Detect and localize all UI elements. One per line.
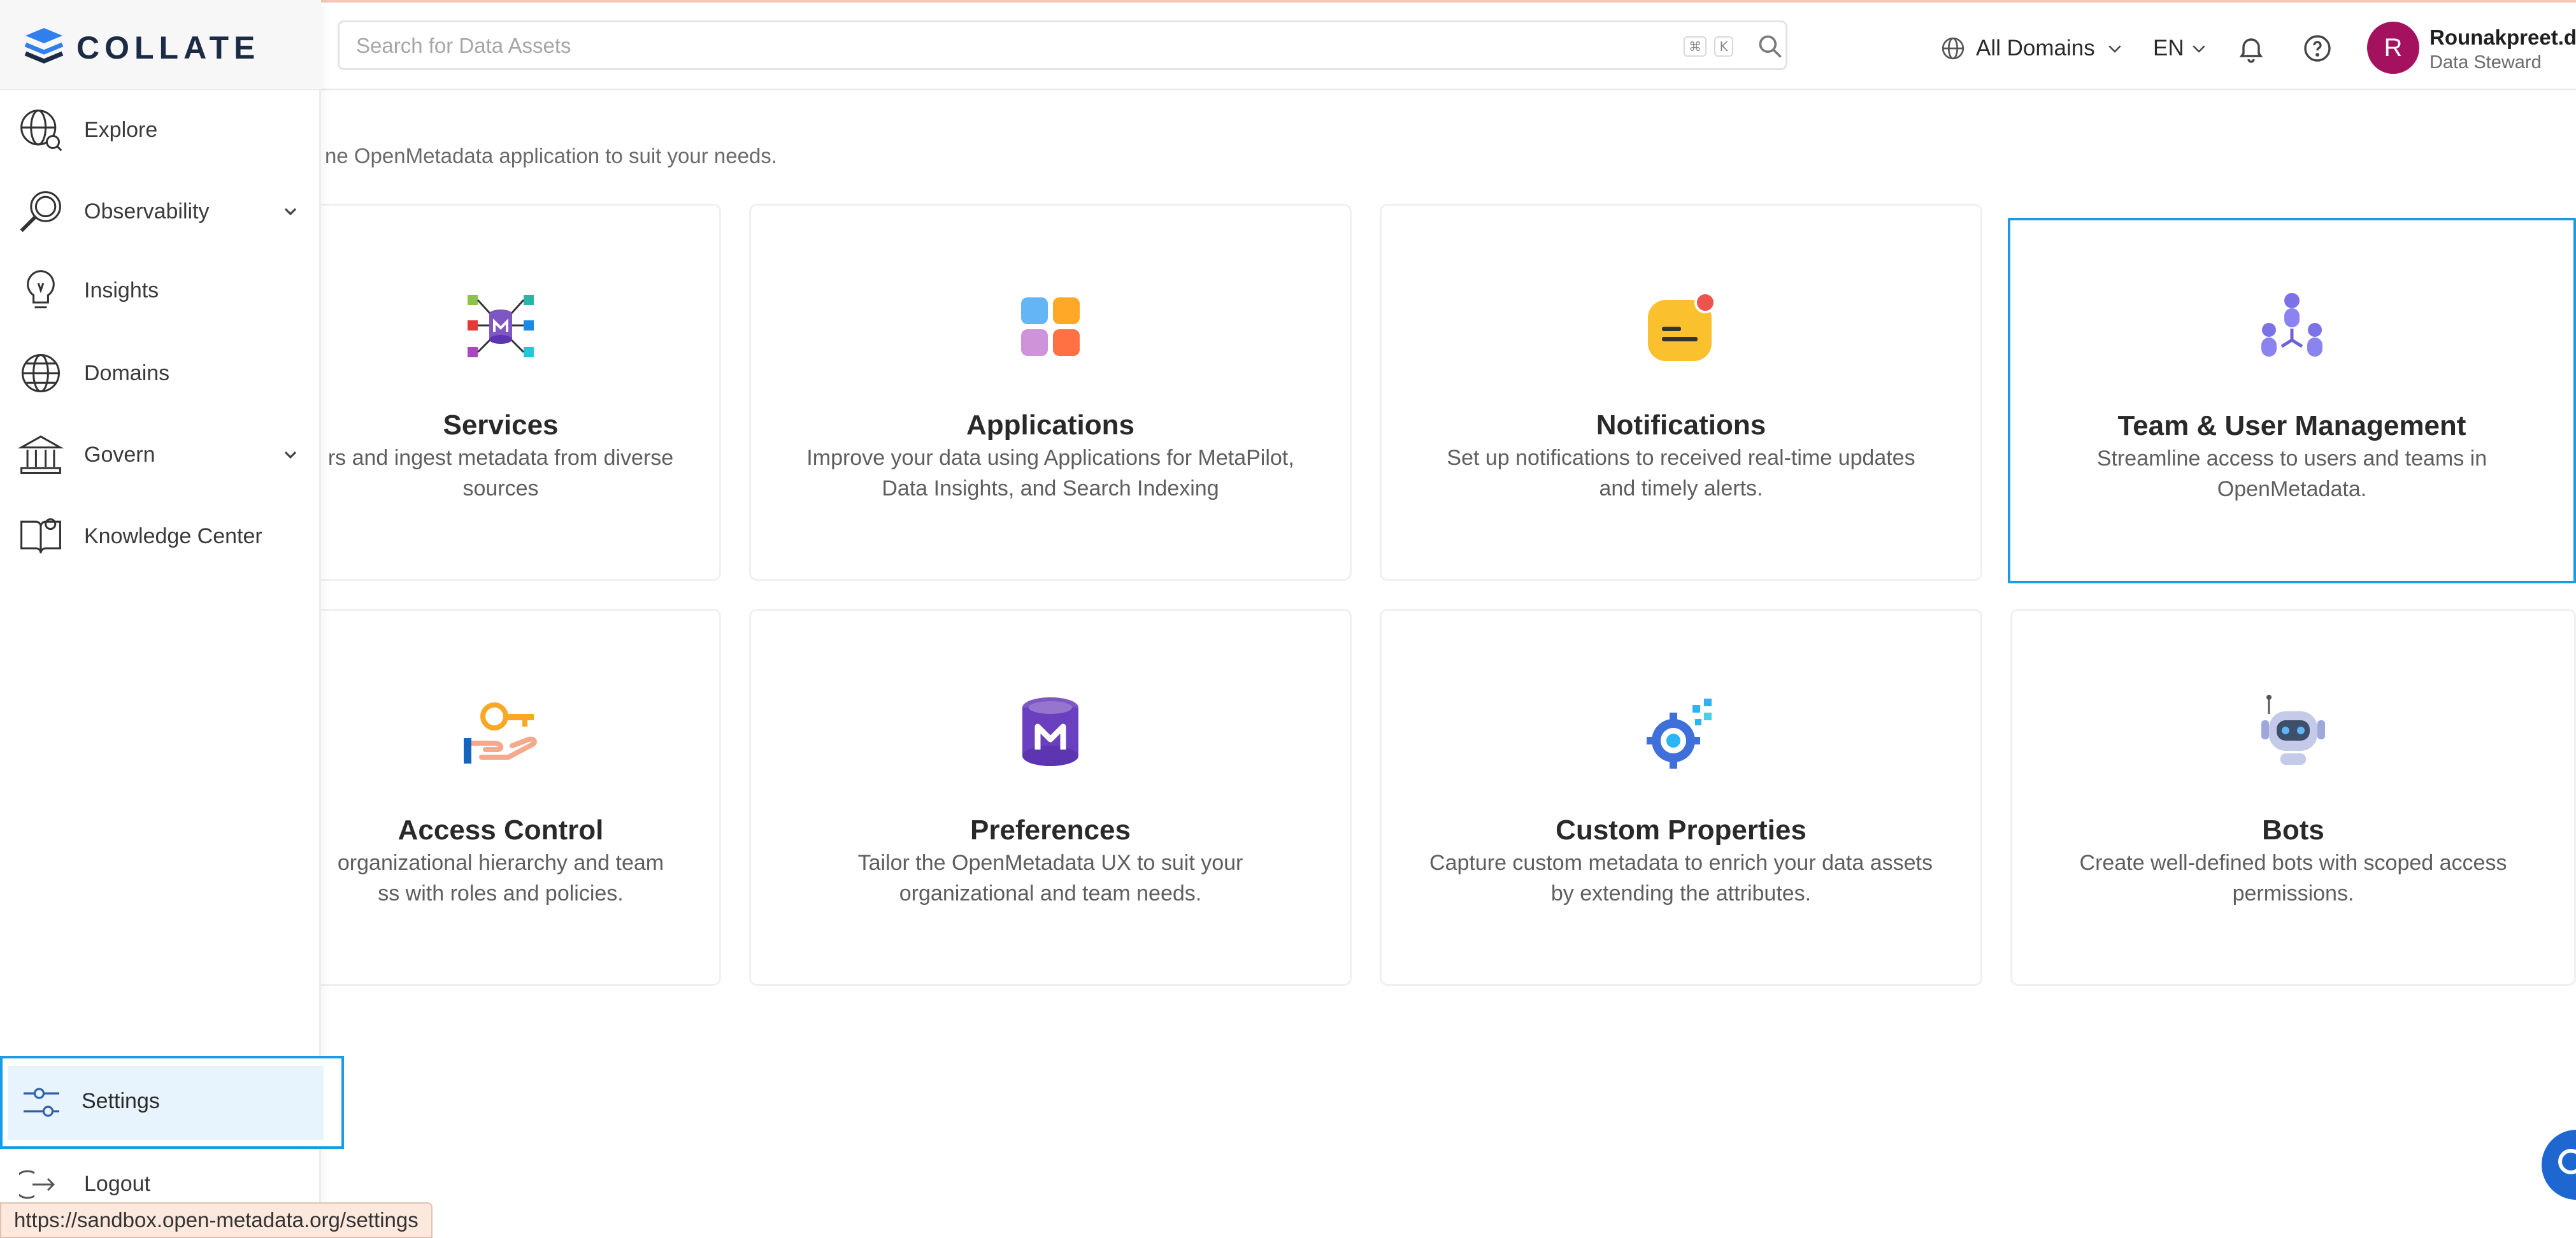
settings-card-applications[interactable]: Applications Improve your data using App… (749, 204, 1352, 581)
sidebar-item-label: Govern (84, 442, 155, 467)
book-icon (20, 518, 61, 553)
domain-selector[interactable]: All Domains (1940, 32, 2124, 65)
globe-search-icon (20, 110, 62, 152)
status-url-tooltip: https://sandbox.open-metadata.org/settin… (0, 1202, 433, 1238)
search-bar[interactable]: ⌘ K (338, 20, 1787, 70)
shortcut-cmd-key: ⌘ (1684, 36, 1707, 57)
avatar[interactable]: R (2367, 22, 2419, 74)
sidebar-item-explore[interactable]: Explore (0, 98, 321, 162)
card-title: Access Control (397, 815, 604, 846)
sidebar-item-settings[interactable]: Settings (0, 1056, 344, 1149)
top-header: ⌘ K All Domains EN R Rounakpreet.d Data … (0, 3, 2576, 90)
search-input[interactable] (356, 29, 1630, 63)
gear-pixels-icon (1647, 699, 1712, 769)
card-description: Set up notifications to received real-ti… (1447, 446, 1915, 501)
card-title: Custom Properties (1556, 815, 1807, 846)
settings-card-access-control[interactable]: Access Control organizational hierarchy … (280, 609, 721, 986)
chevron-down-icon[interactable] (280, 201, 301, 222)
bank-icon (17, 435, 64, 474)
card-title: Applications (966, 409, 1135, 441)
globe-icon (1942, 37, 1964, 60)
settings-card-services[interactable]: Services rs and ingest metadata from div… (280, 204, 721, 581)
shortcut-k-key: K (1714, 36, 1733, 57)
card-description: Capture custom metadata to enrich your d… (1429, 851, 1933, 906)
user-role: Data Steward (2429, 52, 2542, 73)
logout-icon (19, 1170, 55, 1199)
sliders-icon (24, 1088, 59, 1117)
avatar-initial: R (2384, 33, 2403, 62)
sidebar: COLLATE Explore Observability Insights D… (0, 0, 344, 1238)
sidebar-item-observability[interactable]: Observability (0, 180, 321, 243)
card-description: Improve your data using Applications for… (806, 446, 1294, 501)
sidebar-item-label: Logout (84, 1172, 150, 1196)
user-name[interactable]: Rounakpreet.d (2429, 25, 2576, 50)
sidebar-item-label: Domains (84, 360, 170, 385)
sidebar-item-govern[interactable]: Govern (0, 423, 321, 487)
chat-widget-button[interactable] (2542, 1130, 2576, 1200)
chevron-down-icon (2192, 45, 2205, 53)
chevron-down-icon[interactable] (280, 445, 301, 465)
collate-logo-icon (24, 28, 64, 64)
magnifier-icon (20, 191, 61, 232)
sidebar-item-insights[interactable]: Insights (0, 259, 321, 322)
chevron-down-icon (2108, 45, 2121, 53)
card-description: Create well-defined bots with scoped acc… (2079, 851, 2507, 906)
card-description: organizational hierarchy and team ss wit… (337, 851, 664, 906)
sidebar-item-knowledge-center[interactable]: Knowledge Center (0, 504, 321, 568)
bell-icon[interactable] (2236, 33, 2266, 64)
card-title: Services (443, 409, 559, 441)
sidebar-item-label: Insights (84, 278, 159, 302)
card-title: Bots (2262, 815, 2324, 846)
settings-card-custom-properties[interactable]: Custom Properties Capture custom metadat… (1380, 609, 1982, 986)
sidebar-item-domains[interactable]: Domains (0, 341, 321, 405)
robot-icon (2261, 695, 2325, 765)
globe-icon (21, 353, 61, 393)
settings-card-team-user-management[interactable]: Team & User Management Streamline access… (2008, 218, 2576, 583)
services-icon (468, 295, 534, 357)
search-icon[interactable] (1756, 32, 1784, 60)
key-hand-icon (464, 702, 537, 764)
lightbulb-icon (27, 270, 55, 309)
applications-icon (1021, 297, 1080, 356)
help-icon[interactable] (2302, 33, 2333, 64)
sidebar-item-label: Settings (82, 1089, 160, 1113)
sidebar-item-label: Knowledge Center (84, 523, 262, 548)
brand-logo[interactable]: COLLATE (0, 0, 321, 90)
sidebar-item-label: Observability (84, 199, 210, 224)
card-description: rs and ingest metadata from diverse sour… (327, 446, 674, 501)
card-title: Preferences (970, 815, 1131, 846)
card-description: Tailor the OpenMetadata UX to suit your … (857, 851, 1243, 906)
settings-card-notifications[interactable]: Notifications Set up notifications to re… (1380, 204, 1982, 581)
settings-card-preferences[interactable]: Preferences Tailor the OpenMetadata UX t… (749, 609, 1352, 986)
database-logo-icon (1022, 697, 1078, 766)
domain-selector-label: All Domains (1976, 36, 2095, 60)
chat-icon (2558, 1149, 2576, 1174)
sidebar-item-label: Explore (84, 117, 158, 142)
card-title: Team & User Management (2117, 410, 2466, 441)
card-description: Streamline access to users and teams in … (2096, 446, 2487, 501)
settings-card-bots[interactable]: Bots Create well-defined bots with scope… (2010, 609, 2576, 986)
language-label: EN (2153, 36, 2184, 60)
team-icon (2261, 293, 2322, 357)
notification-icon (1648, 292, 1716, 361)
brand-name: COLLATE (76, 30, 261, 66)
card-title: Notifications (1596, 409, 1766, 441)
language-selector[interactable]: EN (2153, 32, 2208, 65)
page-subtitle: ne OpenMetadata application to suit your… (325, 144, 777, 167)
